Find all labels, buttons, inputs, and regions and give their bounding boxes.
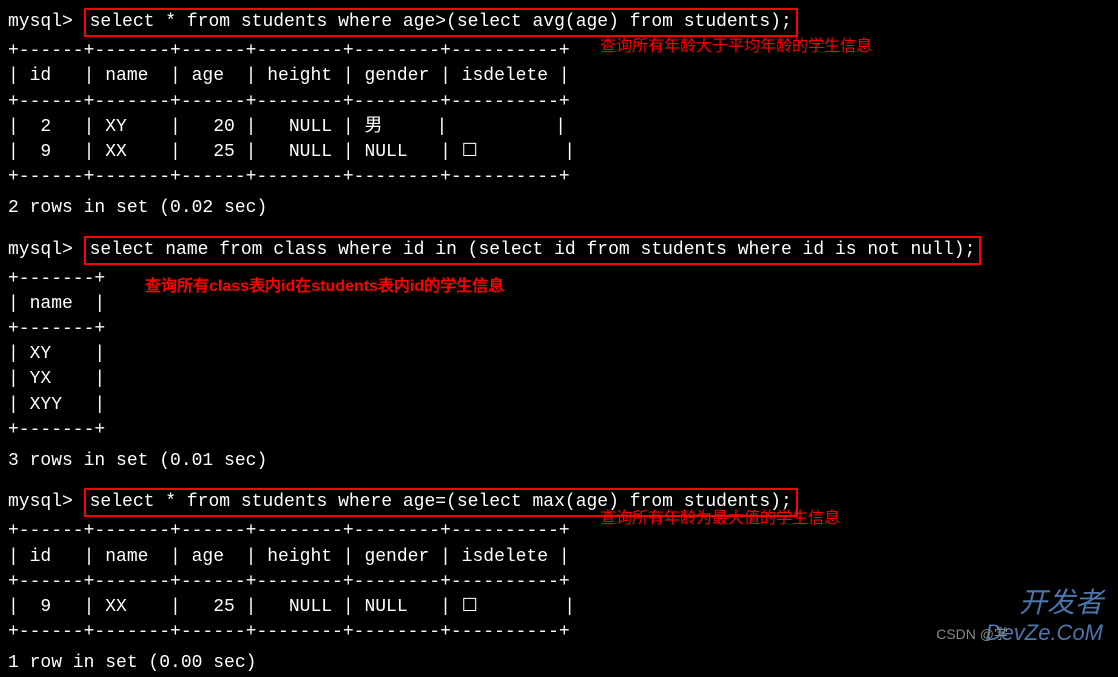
query2-status: 3 rows in set (0.01 sec) xyxy=(8,449,1110,474)
query1-sep-top: +------+-------+------+--------+--------… xyxy=(8,39,1110,64)
query1-sep-bot: +------+-------+------+--------+--------… xyxy=(8,165,1110,190)
query1-row1: | 2 | XY | 20 | NULL | 男 | | xyxy=(8,115,1110,140)
query1-header: | id | name | age | height | gender | is… xyxy=(8,64,1110,89)
query1-sep-mid: +------+-------+------+--------+--------… xyxy=(8,90,1110,115)
query1-status: 2 rows in set (0.02 sec) xyxy=(8,196,1110,221)
query2-annotation: 查询所有class表内id在students表内id的学生信息 xyxy=(145,276,504,298)
query1-annotation: 查询所有年龄大于平均年龄的学生信息 xyxy=(600,36,872,58)
query2-sql: select name from class where id in (sele… xyxy=(84,236,982,265)
mysql-prompt: mysql> xyxy=(8,238,84,263)
mysql-prompt: mysql> xyxy=(8,490,84,515)
query2-sep-bot: +-------+ xyxy=(8,418,1110,443)
query3-status: 1 row in set (0.00 sec) xyxy=(8,651,1110,676)
query2-prompt-line: mysql> select name from class where id i… xyxy=(8,236,1110,265)
query2-row3: | XYY | xyxy=(8,393,1110,418)
query3-sep-mid: +------+-------+------+--------+--------… xyxy=(8,570,1110,595)
query1-prompt-line: mysql> select * from students where age>… xyxy=(8,8,1110,37)
query3-prompt-line: mysql> select * from students where age=… xyxy=(8,488,1110,517)
query2-sep-mid: +-------+ xyxy=(8,317,1110,342)
csdn-attribution: CSDN @学 xyxy=(936,625,1008,645)
query1-sql: select * from students where age>(select… xyxy=(84,8,798,37)
query3-row1: | 9 | XX | 25 | NULL | NULL | ☐ | xyxy=(8,595,1110,620)
query3-header: | id | name | age | height | gender | is… xyxy=(8,545,1110,570)
watermark-cn: 开发者 xyxy=(1019,583,1103,622)
query3-sep-top: +------+-------+------+--------+--------… xyxy=(8,519,1110,544)
query3-annotation: 查询所有年龄为最大值的学生信息 xyxy=(600,508,840,530)
query2-row1: | XY | xyxy=(8,342,1110,367)
query1-row2: | 9 | XX | 25 | NULL | NULL | ☐ | xyxy=(8,140,1110,165)
mysql-prompt: mysql> xyxy=(8,10,84,35)
query2-row2: | YX | xyxy=(8,367,1110,392)
